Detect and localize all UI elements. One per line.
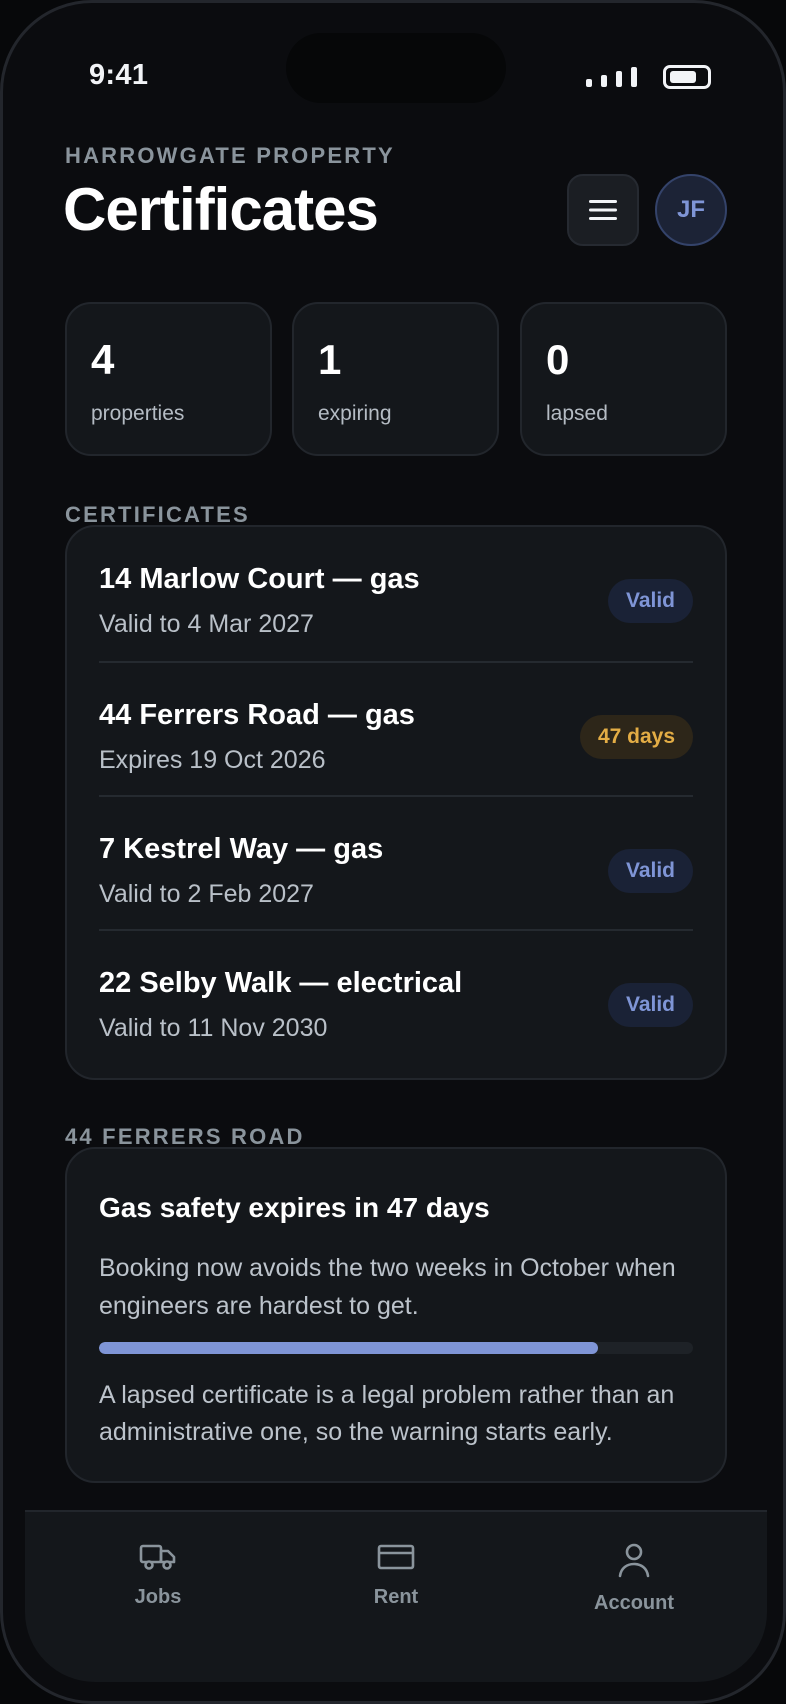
tab-bar: Jobs Rent Account: [25, 1510, 767, 1682]
phone-frame: 9:41 HARROWGATE PROPERTY Certificates JF…: [0, 0, 786, 1704]
status-bar: 9:41: [3, 3, 783, 153]
status-time: 9:41: [89, 59, 149, 91]
tab-label: Account: [594, 1592, 674, 1614]
stat-card-lapsed[interactable]: 0 lapsed: [520, 302, 727, 456]
truck-icon: [139, 1544, 176, 1570]
certificate-name: 14 Marlow Court — gas: [99, 563, 420, 595]
certificate-row[interactable]: 14 Marlow Court — gas Valid to 4 Mar 202…: [99, 527, 693, 661]
stat-card-expiring[interactable]: 1 expiring: [292, 302, 499, 456]
stat-value: 0: [546, 336, 570, 383]
page-title: Certificates: [63, 176, 379, 243]
alert-body: Booking now avoids the two weeks in Octo…: [99, 1254, 676, 1320]
person-icon: [618, 1543, 650, 1578]
certificate-name: 22 Selby Walk — electrical: [99, 967, 463, 999]
certificate-name: 44 Ferrers Road — gas: [99, 699, 415, 731]
certificate-row[interactable]: 22 Selby Walk — electrical Valid to 11 N…: [99, 929, 693, 1063]
hamburger-icon: [589, 200, 617, 220]
stat-value: 1: [318, 336, 342, 383]
tab-rent[interactable]: Rent: [316, 1542, 476, 1642]
stat-value: 4: [91, 336, 115, 383]
tab-jobs[interactable]: Jobs: [78, 1542, 238, 1642]
tab-account[interactable]: Account: [554, 1542, 714, 1642]
tab-label: Jobs: [134, 1586, 182, 1608]
stat-label: properties: [91, 402, 185, 425]
status-badge: 47 days: [579, 715, 693, 759]
certificate-row[interactable]: 44 Ferrers Road — gas Expires 19 Oct 202…: [99, 661, 693, 795]
card-icon: [377, 1544, 415, 1570]
certificate-name: 7 Kestrel Way — gas: [99, 833, 384, 865]
status-badge: Valid: [607, 849, 693, 893]
certificate-detail: Valid to 4 Mar 2027: [99, 610, 314, 638]
status-badge: Valid: [607, 983, 693, 1027]
tab-label: Rent: [373, 1586, 419, 1608]
stat-label: expiring: [318, 402, 392, 425]
certificate-detail: Expires 19 Oct 2026: [99, 746, 326, 774]
certificate-row[interactable]: 7 Kestrel Way — gas Valid to 2 Feb 2027 …: [99, 795, 693, 929]
alert-title: Gas safety expires in 47 days: [99, 1192, 490, 1223]
certificate-detail: Valid to 11 Nov 2030: [99, 1014, 328, 1042]
expiry-progress-bar: [99, 1342, 693, 1354]
menu-button[interactable]: [567, 174, 639, 246]
property-name: HARROWGATE PROPERTY: [65, 143, 395, 168]
alert-note: A lapsed certificate is a legal problem …: [99, 1381, 675, 1446]
certificate-list: 14 Marlow Court — gas Valid to 4 Mar 202…: [65, 525, 727, 1080]
expiry-alert-card[interactable]: Gas safety expires in 47 days Booking no…: [65, 1147, 727, 1483]
stat-label: lapsed: [546, 402, 608, 425]
battery-icon: [663, 65, 711, 89]
status-badge: Valid: [607, 579, 693, 623]
expiry-progress-fill: [99, 1342, 598, 1354]
certificate-detail: Valid to 2 Feb 2027: [99, 880, 314, 908]
signal-icon: [586, 67, 642, 87]
avatar[interactable]: JF: [655, 174, 727, 246]
stat-card-properties[interactable]: 4 properties: [65, 302, 272, 456]
